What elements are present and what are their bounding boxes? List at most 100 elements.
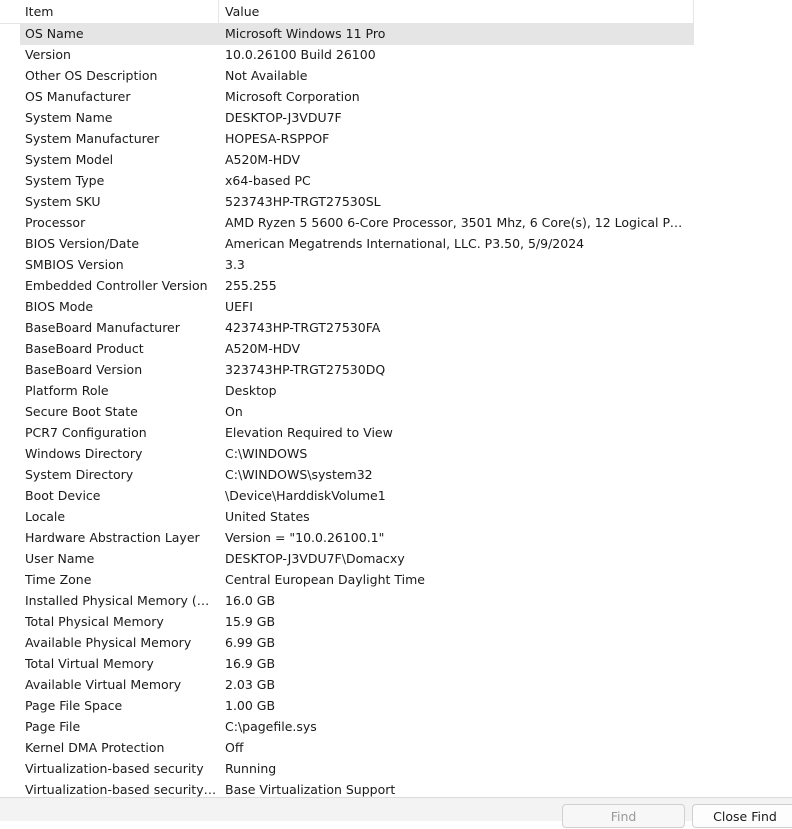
row-item-cell: Virtualization-based security	[25, 761, 204, 776]
find-bar: Find Close Find	[0, 797, 792, 828]
table-row[interactable]: PCR7 Configuration Elevation Required to …	[20, 423, 694, 444]
row-item-cell: System Model	[25, 152, 114, 167]
row-item-cell: Boot Device	[25, 488, 101, 503]
row-value-cell: Off	[225, 740, 244, 755]
row-item-cell: System Name	[25, 110, 113, 125]
row-value-cell: United States	[225, 509, 310, 524]
close-find-button[interactable]: Close Find	[692, 804, 792, 828]
row-item-cell: Windows Directory	[25, 446, 143, 461]
table-row[interactable]: Kernel DMA Protection Off	[20, 738, 694, 759]
row-value-cell: A520M-HDV	[225, 341, 301, 356]
row-item-cell: Locale	[25, 509, 66, 524]
table-row[interactable]: Hardware Abstraction Layer Version = "10.…	[20, 528, 694, 549]
find-button[interactable]: Find	[562, 804, 685, 828]
table-row[interactable]: SMBIOS Version 3.3	[20, 255, 694, 276]
row-item-cell: SMBIOS Version	[25, 257, 124, 272]
table-row[interactable]: System Type x64-based PC	[20, 171, 694, 192]
row-item-cell: Version	[25, 47, 71, 62]
table-row[interactable]: Page File Space 1.00 GB	[20, 696, 694, 717]
table-row[interactable]: Time Zone Central European Daylight Time	[20, 570, 694, 591]
row-value-cell: x64-based PC	[225, 173, 311, 188]
table-row[interactable]: Platform Role Desktop	[20, 381, 694, 402]
row-item-cell: Available Physical Memory	[25, 635, 192, 650]
table-row[interactable]: Secure Boot State On	[20, 402, 694, 423]
row-item-cell: Available Virtual Memory	[25, 677, 182, 692]
table-row[interactable]: System Model A520M-HDV	[20, 150, 694, 171]
row-value-cell: American Megatrends International, LLC. …	[225, 236, 585, 251]
row-item-cell: Time Zone	[25, 572, 92, 587]
row-item-cell: System Type	[25, 173, 105, 188]
row-value-cell: 16.9 GB	[225, 656, 276, 671]
row-value-cell: C:\WINDOWS\system32	[225, 467, 373, 482]
row-value-cell: \Device\HarddiskVolume1	[225, 488, 386, 503]
table-row[interactable]: Embedded Controller Version 255.255	[20, 276, 694, 297]
table-row[interactable]: Page File C:\pagefile.sys	[20, 717, 694, 738]
system-summary-list[interactable]: Item Value OS Name Microsoft Windows 11 P…	[0, 0, 792, 797]
table-row[interactable]: Installed Physical Memory (RAM) 16.0 GB	[20, 591, 694, 612]
row-item-cell: System Manufacturer	[25, 131, 160, 146]
row-item-cell: System SKU	[25, 194, 101, 209]
column-header-value[interactable]: Value	[220, 0, 694, 23]
row-item-cell: Processor	[25, 215, 86, 230]
table-row[interactable]: BaseBoard Manufacturer 423743HP-TRGT27530…	[20, 318, 694, 339]
column-header-item[interactable]: Item	[20, 0, 219, 23]
table-row[interactable]: Processor AMD Ryzen 5 5600 6-Core Process…	[20, 213, 694, 234]
row-item-cell: Total Physical Memory	[25, 614, 164, 629]
table-row[interactable]: Boot Device \Device\HarddiskVolume1	[20, 486, 694, 507]
row-item-cell: BIOS Mode	[25, 299, 94, 314]
row-value-cell: 15.9 GB	[225, 614, 276, 629]
row-item-cell: OS Manufacturer	[25, 89, 131, 104]
table-row[interactable]: System Name DESKTOP-J3VDU7F	[20, 108, 694, 129]
row-value-cell: Base Virtualization Support	[225, 782, 396, 797]
row-item-cell: Virtualization-based security Re...	[25, 782, 217, 797]
row-value-cell: C:\pagefile.sys	[225, 719, 317, 734]
row-item-cell: OS Name	[25, 26, 84, 41]
table-row[interactable]: Virtualization-based security Running	[20, 759, 694, 780]
row-item-cell: PCR7 Configuration	[25, 425, 147, 440]
row-item-cell: BaseBoard Product	[25, 341, 144, 356]
table-row[interactable]: Windows Directory C:\WINDOWS	[20, 444, 694, 465]
table-row[interactable]: Version 10.0.26100 Build 26100	[20, 45, 694, 66]
row-value-cell: 3.3	[225, 257, 245, 272]
row-value-cell: DESKTOP-J3VDU7F	[225, 110, 342, 125]
row-item-cell: BaseBoard Version	[25, 362, 143, 377]
table-row[interactable]: System Directory C:\WINDOWS\system32	[20, 465, 694, 486]
table-row[interactable]: System Manufacturer HOPESA-RSPPOF	[20, 129, 694, 150]
list-rows: OS Name Microsoft Windows 11 Pro Version 10…	[20, 24, 694, 797]
table-row[interactable]: User Name DESKTOP-J3VDU7F\Domacxy	[20, 549, 694, 570]
table-row[interactable]: BaseBoard Version 323743HP-TRGT27530DQ	[20, 360, 694, 381]
row-value-cell: Desktop	[225, 383, 277, 398]
row-value-cell: 6.99 GB	[225, 635, 276, 650]
table-row[interactable]: System SKU 523743HP-TRGT27530SL	[20, 192, 694, 213]
row-item-cell: Kernel DMA Protection	[25, 740, 165, 755]
table-row[interactable]: Available Physical Memory 6.99 GB	[20, 633, 694, 654]
row-value-cell: 1.00 GB	[225, 698, 276, 713]
table-row[interactable]: BIOS Mode UEFI	[20, 297, 694, 318]
row-value-cell: Elevation Required to View	[225, 425, 393, 440]
table-row[interactable]: Locale United States	[20, 507, 694, 528]
table-row[interactable]: BIOS Version/Date American Megatrends Int…	[20, 234, 694, 255]
row-item-cell: Page File	[25, 719, 81, 734]
row-value-cell: Microsoft Corporation	[225, 89, 360, 104]
row-value-cell: 2.03 GB	[225, 677, 276, 692]
row-value-cell: Version = "10.0.26100.1"	[225, 530, 385, 545]
row-value-cell: C:\WINDOWS	[225, 446, 308, 461]
table-row[interactable]: BaseBoard Product A520M-HDV	[20, 339, 694, 360]
table-row[interactable]: OS Manufacturer Microsoft Corporation	[20, 87, 694, 108]
table-row[interactable]: Other OS Description Not Available	[20, 66, 694, 87]
table-row[interactable]: Total Physical Memory 15.9 GB	[20, 612, 694, 633]
table-row[interactable]: Virtualization-based security Re... Base …	[20, 780, 694, 797]
row-item-cell: Other OS Description	[25, 68, 158, 83]
row-value-cell: HOPESA-RSPPOF	[225, 131, 330, 146]
row-value-cell: UEFI	[225, 299, 253, 314]
row-value-cell: 423743HP-TRGT27530FA	[225, 320, 381, 335]
row-value-cell: DESKTOP-J3VDU7F\Domacxy	[225, 551, 405, 566]
table-row[interactable]: OS Name Microsoft Windows 11 Pro	[20, 24, 694, 45]
table-row[interactable]: Available Virtual Memory 2.03 GB	[20, 675, 694, 696]
row-item-cell: Secure Boot State	[25, 404, 138, 419]
row-value-cell: 10.0.26100 Build 26100	[225, 47, 376, 62]
table-row[interactable]: Total Virtual Memory 16.9 GB	[20, 654, 694, 675]
row-value-cell: 16.0 GB	[225, 593, 276, 608]
row-item-cell: User Name	[25, 551, 95, 566]
list-header: Item Value	[0, 0, 694, 24]
